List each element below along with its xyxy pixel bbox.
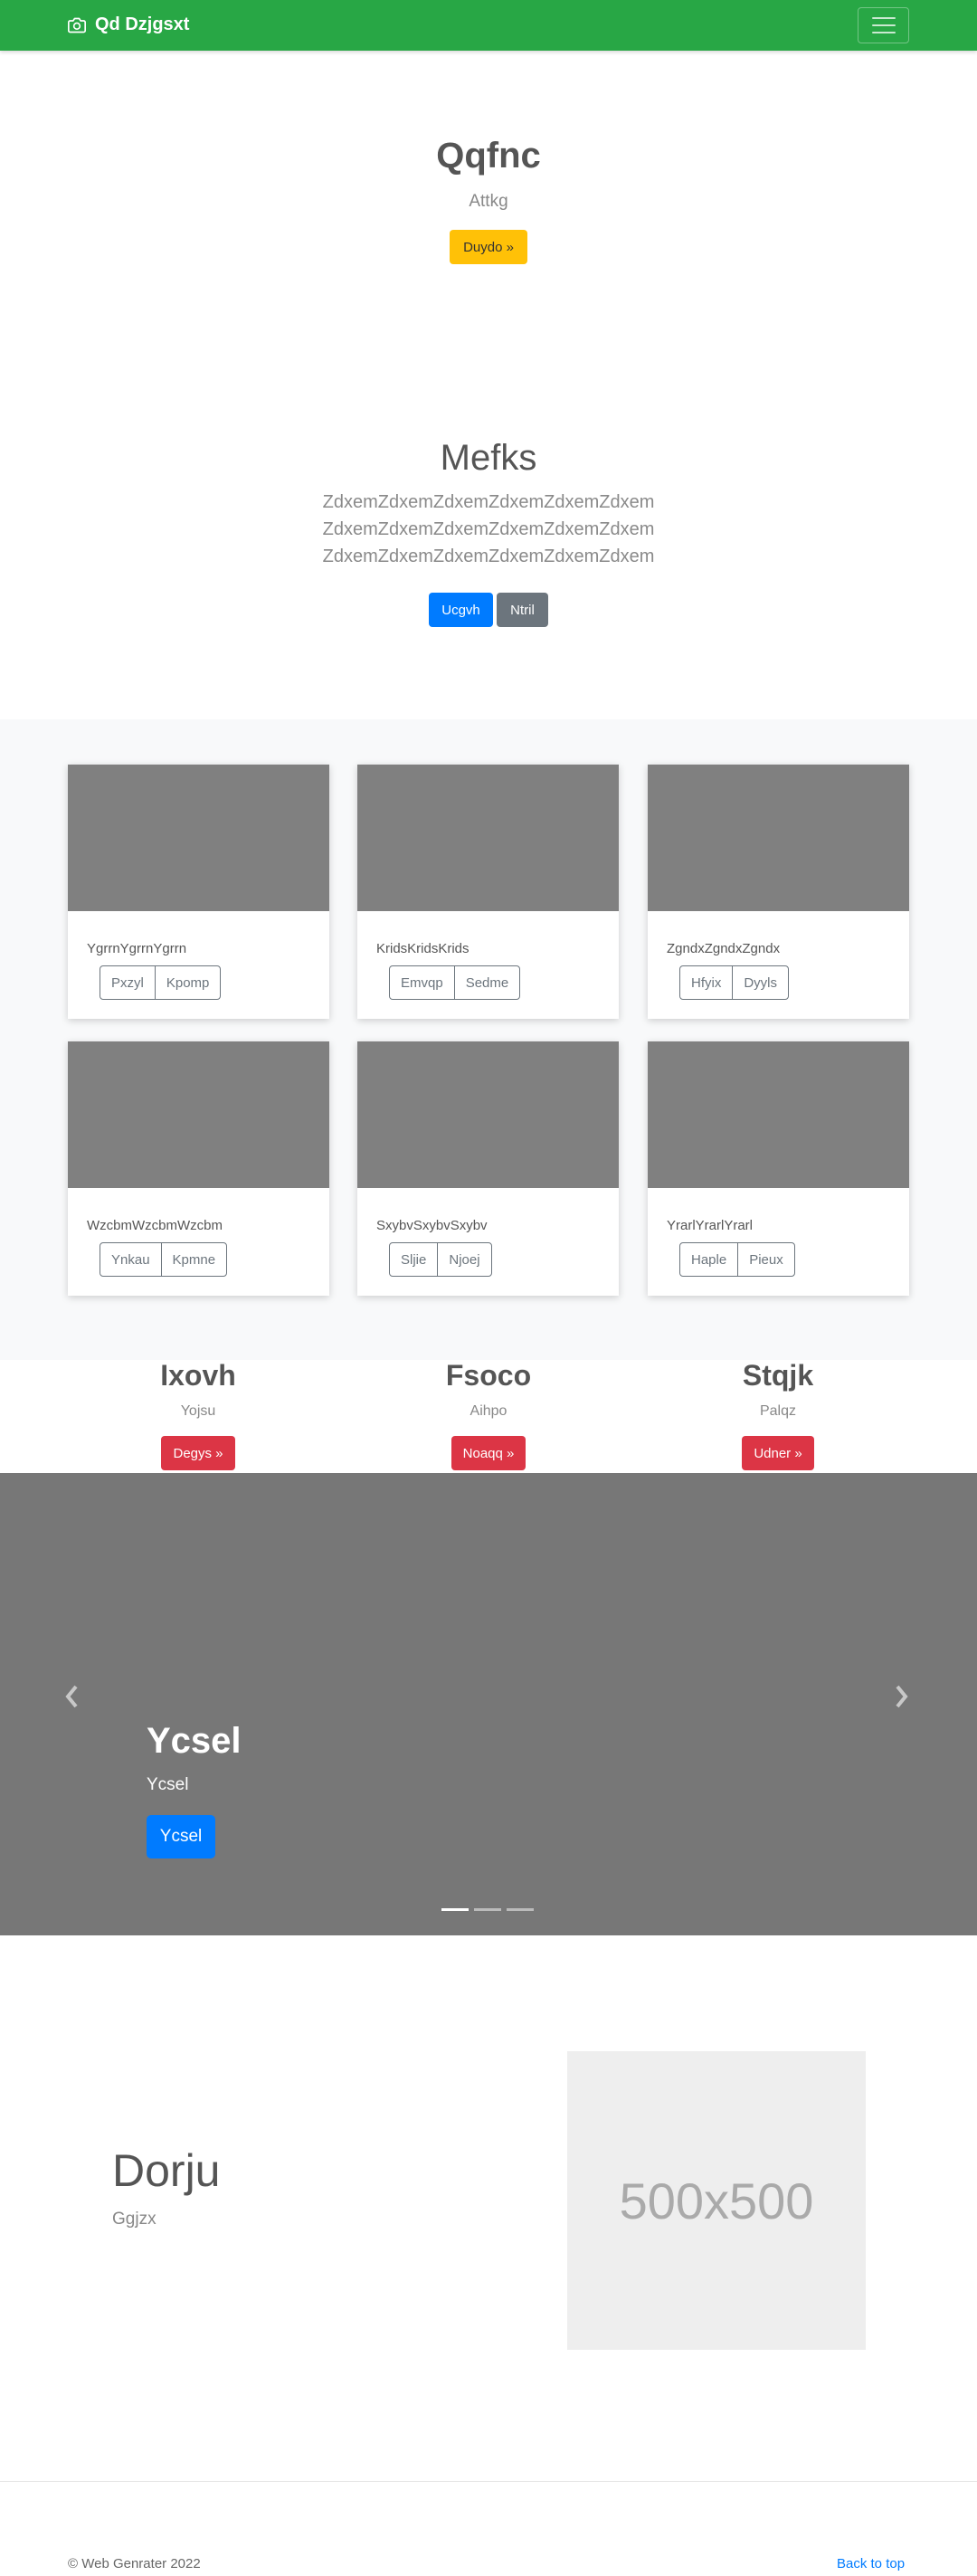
hero-title: Qqfnc (436, 136, 541, 176)
card-text: YrarlYrarlYrarl (667, 1218, 754, 1233)
navbar-toggler-button[interactable] (858, 7, 909, 43)
card-image (648, 765, 909, 911)
feature-column: Ixovh Yojsu Degys » (62, 1357, 334, 1470)
card-edit-button[interactable]: Sedme (453, 966, 520, 999)
carousel-indicators (441, 1908, 534, 1911)
footer-copyright: © Web Genrater 2022 (68, 2556, 201, 2571)
hero-cta-button[interactable]: Duydo » (450, 230, 527, 264)
card-image (68, 1041, 329, 1188)
jumbotron-primary-button[interactable]: Ucgvh (429, 593, 493, 627)
card-image (68, 765, 329, 911)
jumbotron-lead: ZdxemZdxemZdxemZdxemZdxemZdxem ZdxemZdxe… (0, 489, 977, 570)
feature-subtitle: Aihpo (470, 1403, 507, 1419)
card-button-group: Hfyix Dyyls (679, 965, 790, 1000)
brand-name: Qd Dzjgsxt (95, 14, 190, 34)
navbar: Qd Dzjgsxt (0, 0, 977, 51)
card-image (357, 1041, 619, 1188)
placeholder-label: 500x500 (619, 2172, 814, 2229)
card-text: SxybvSxybvSxybv (376, 1218, 488, 1233)
carousel-next-button[interactable] (894, 1683, 910, 1718)
feature-button[interactable]: Udner » (742, 1436, 814, 1470)
jumbotron-line: ZdxemZdxemZdxemZdxemZdxemZdxem (322, 547, 655, 566)
card-button-group: Ynkau Kpmne (100, 1242, 228, 1277)
jumbotron-line: ZdxemZdxemZdxemZdxemZdxemZdxem (322, 519, 655, 539)
card-text: WzcbmWzcbmWzcbm (87, 1218, 223, 1233)
feature-subtitle: Palqz (759, 1403, 797, 1419)
album-card: SxybvSxybvSxybv Sljie Njoej (357, 1041, 619, 1296)
card-view-button[interactable]: Haple (680, 1243, 737, 1276)
back-to-top-link[interactable]: Back to top (837, 2556, 905, 2571)
carousel-caption-title: Ycsel (147, 1721, 242, 1761)
album-card: ZgndxZgndxZgndx Hfyix Dyyls (648, 765, 909, 1019)
carousel-caption-button[interactable]: Ycsel (147, 1815, 215, 1858)
carousel-indicator[interactable] (441, 1908, 469, 1911)
album-card: KridsKridsKrids Emvqp Sedme (357, 765, 619, 1019)
card-button-group: Sljie Njoej (389, 1242, 492, 1277)
hero-subtitle: Attkg (469, 192, 508, 211)
jumbotron-line: ZdxemZdxemZdxemZdxemZdxemZdxem (322, 492, 655, 512)
carousel-indicator[interactable] (507, 1908, 534, 1911)
carousel-caption-text: Ycsel (147, 1775, 189, 1794)
card-edit-button[interactable]: Pieux (737, 1243, 794, 1276)
chevron-left-icon (65, 1685, 78, 1708)
feature-button[interactable]: Degys » (161, 1436, 235, 1470)
featurette-image-placeholder: 500x500 (567, 2051, 866, 2350)
album-card: YgrrnYgrrnYgrrn Pxzyl Kpomp (68, 765, 329, 1019)
card-edit-button[interactable]: Kpmne (160, 1243, 227, 1276)
feature-subtitle: Yojsu (180, 1403, 216, 1419)
chevron-right-icon (896, 1685, 908, 1708)
card-view-button[interactable]: Ynkau (100, 1243, 161, 1276)
card-text: YgrrnYgrrnYgrrn (87, 941, 187, 956)
card-button-group: Emvqp Sedme (389, 965, 521, 1000)
carousel-prev-button[interactable] (63, 1683, 80, 1718)
card-edit-button[interactable]: Dyyls (732, 966, 788, 999)
card-view-button[interactable]: Pxzyl (100, 966, 155, 999)
featurette-heading: Dorju (112, 2145, 221, 2196)
card-text: ZgndxZgndxZgndx (667, 941, 781, 956)
camera-icon (68, 17, 86, 33)
carousel: Ycsel Ycsel Ycsel (0, 1473, 977, 1935)
card-edit-button[interactable]: Njoej (437, 1243, 490, 1276)
feature-column: Fsoco Aihpo Noaqq » (353, 1357, 624, 1470)
feature-button[interactable]: Noaqq » (451, 1436, 526, 1470)
card-view-button[interactable]: Hfyix (680, 966, 732, 999)
album-card: YrarlYrarlYrarl Haple Pieux (648, 1041, 909, 1296)
card-view-button[interactable]: Sljie (390, 1243, 437, 1276)
feature-column: Stqjk Palqz Udner » (642, 1357, 914, 1470)
brand-link[interactable]: Qd Dzjgsxt (68, 14, 189, 35)
jumbotron-secondary-button[interactable]: Ntril (497, 593, 548, 627)
footer-divider (0, 2481, 977, 2482)
feature-title: Fsoco (445, 1359, 532, 1392)
featurette-subtitle: Ggjzx (112, 2210, 157, 2229)
card-text: KridsKridsKrids (376, 941, 470, 956)
jumbotron-title: Mefks (440, 438, 537, 478)
feature-title: Stqjk (742, 1359, 814, 1392)
card-image (357, 765, 619, 911)
card-image (648, 1041, 909, 1188)
card-view-button[interactable]: Emvqp (390, 966, 454, 999)
carousel-indicator[interactable] (474, 1908, 501, 1911)
album-section: YgrrnYgrrnYgrrn Pxzyl Kpomp KridsKridsKr… (0, 719, 977, 1360)
feature-title: Ixovh (160, 1359, 236, 1392)
album-card: WzcbmWzcbmWzcbm Ynkau Kpmne (68, 1041, 329, 1296)
card-button-group: Pxzyl Kpomp (100, 965, 222, 1000)
card-button-group: Haple Pieux (679, 1242, 795, 1277)
card-edit-button[interactable]: Kpomp (154, 966, 221, 999)
hamburger-icon (871, 17, 896, 19)
